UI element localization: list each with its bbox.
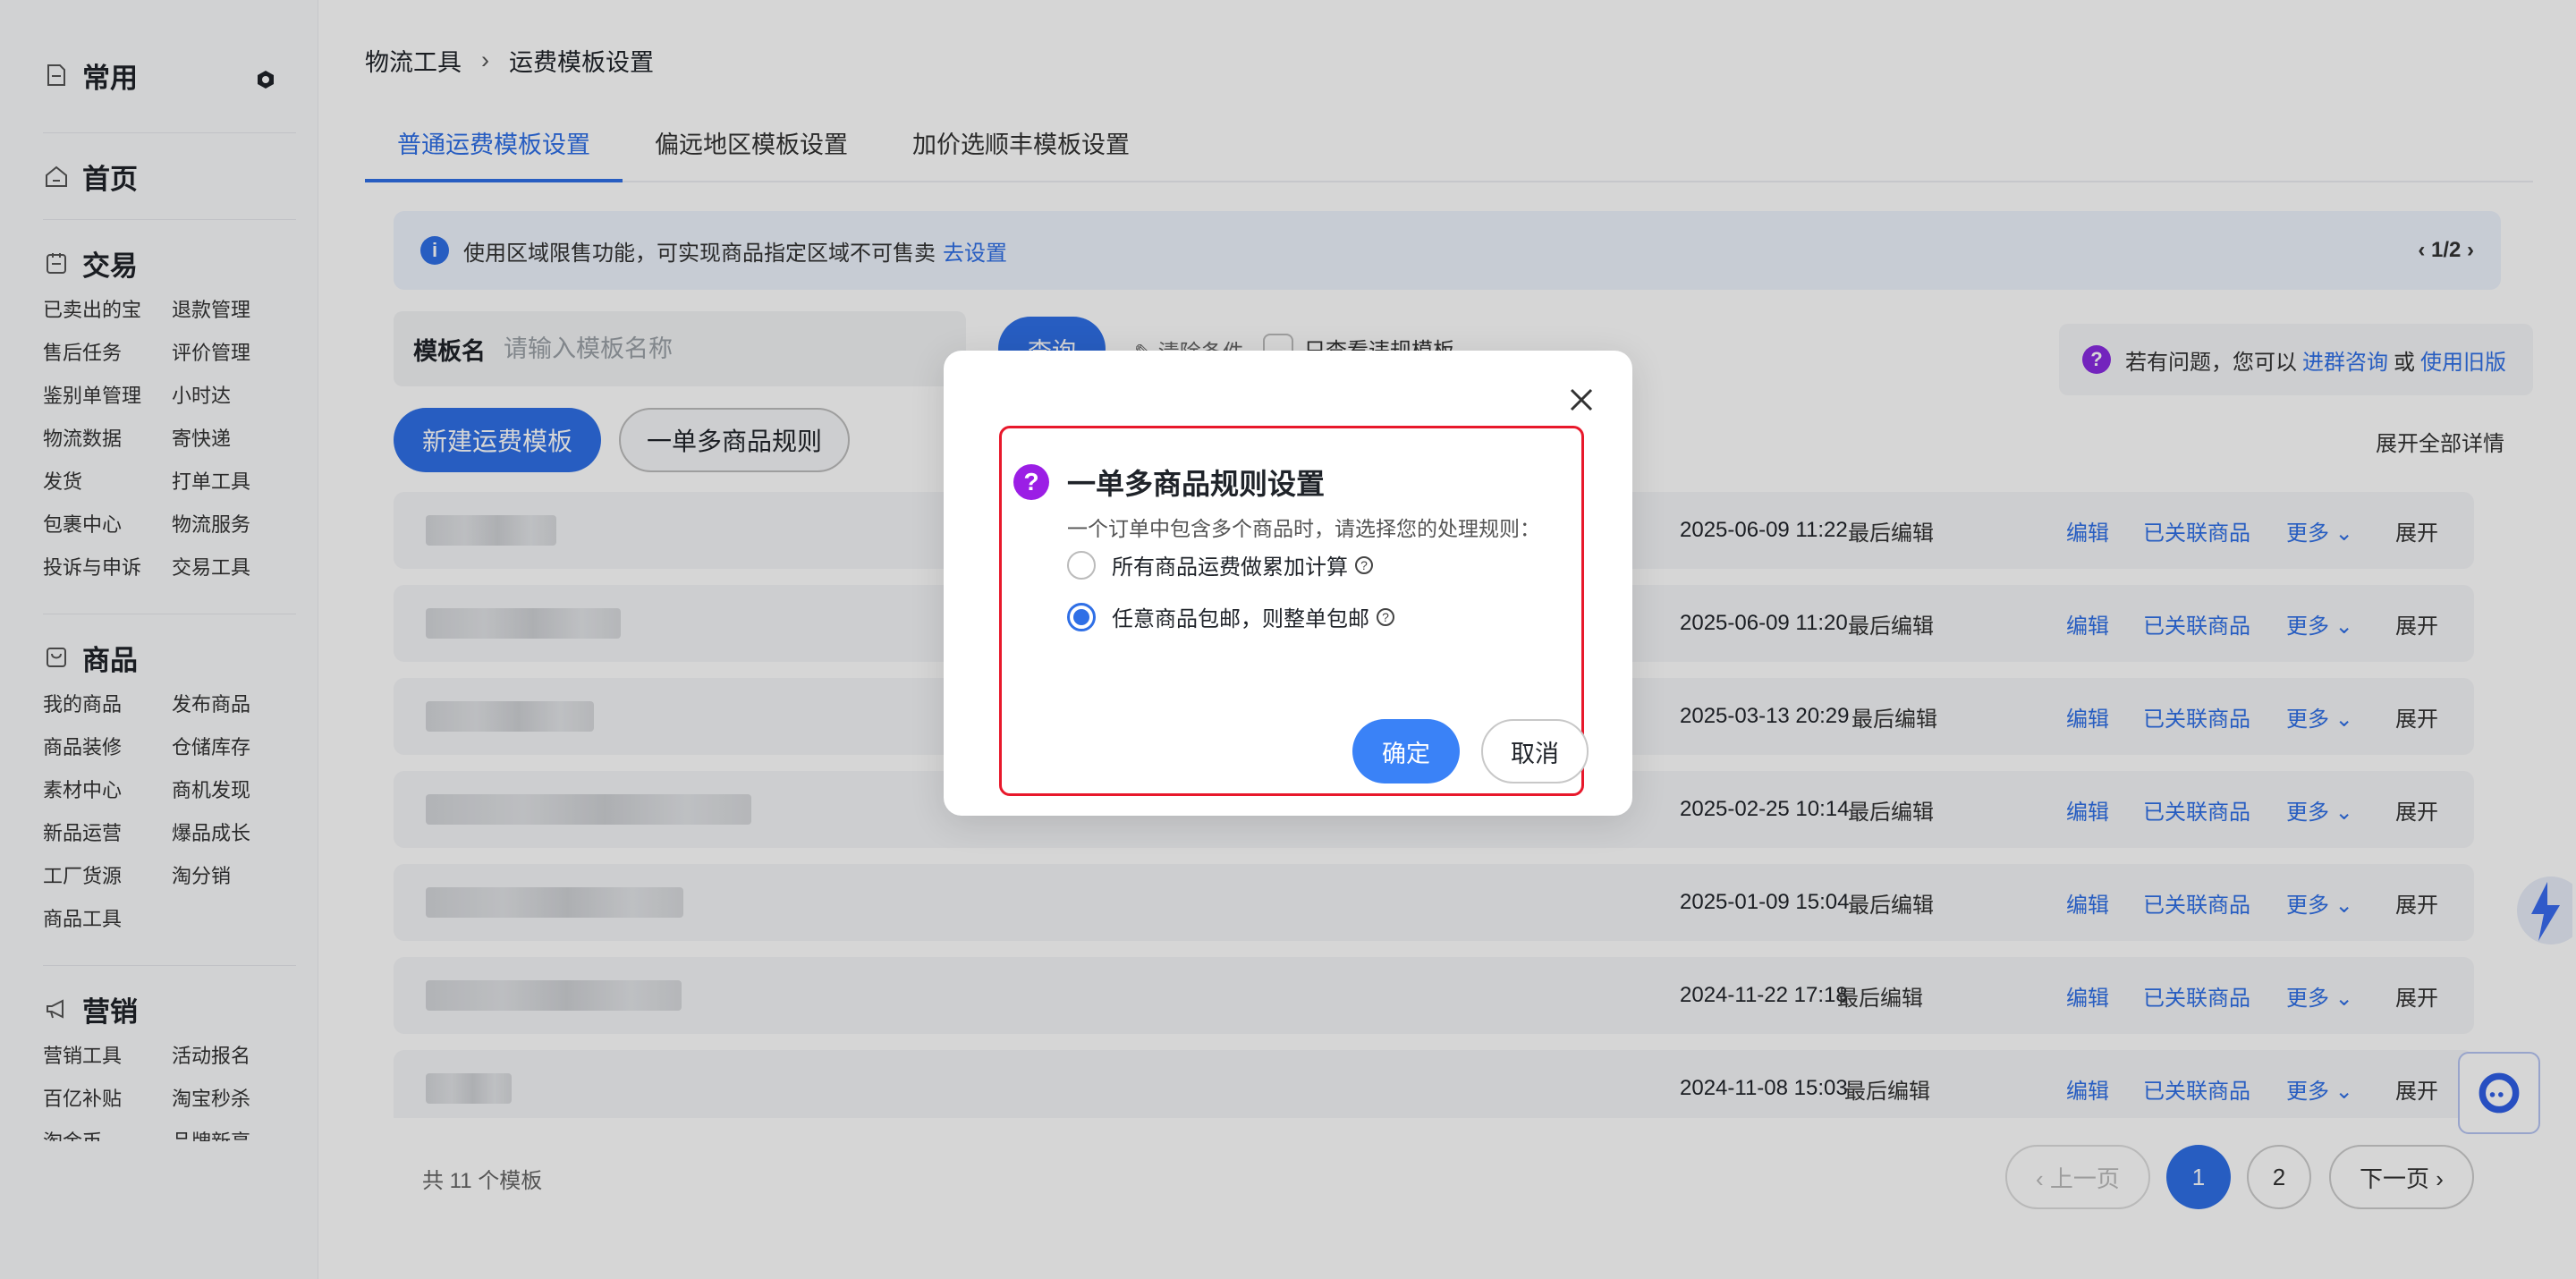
dialog-title: ? 一单多商品规则设置: [1013, 462, 1325, 503]
help-circle-icon[interactable]: ?: [1355, 555, 1373, 574]
help-circle-icon[interactable]: ?: [1377, 607, 1394, 626]
question-icon: ?: [1013, 464, 1049, 500]
radio-checked[interactable]: [1067, 602, 1096, 631]
radio-unchecked[interactable]: [1067, 550, 1096, 580]
dialog-description: 一个订单中包含多个商品时，请选择您的处理规则：: [1067, 517, 1540, 540]
option-label: 所有商品运费做累加计算: [1112, 555, 1348, 580]
dialog-title-text: 一单多商品规则设置: [1067, 468, 1326, 500]
option-label: 任意商品包邮，则整单包邮: [1112, 607, 1369, 631]
confirm-button[interactable]: 确定: [1352, 719, 1460, 783]
cancel-button[interactable]: 取消: [1481, 719, 1589, 783]
close-icon[interactable]: [1566, 385, 1597, 415]
multi-item-rule-dialog: ? 一单多商品规则设置 一个订单中包含多个商品时，请选择您的处理规则： 所有商品…: [944, 351, 1632, 816]
option-accumulate[interactable]: 所有商品运费做累加计算 ?: [1067, 549, 1373, 580]
option-free-shipping[interactable]: 任意商品包邮，则整单包邮 ?: [1067, 601, 1394, 632]
